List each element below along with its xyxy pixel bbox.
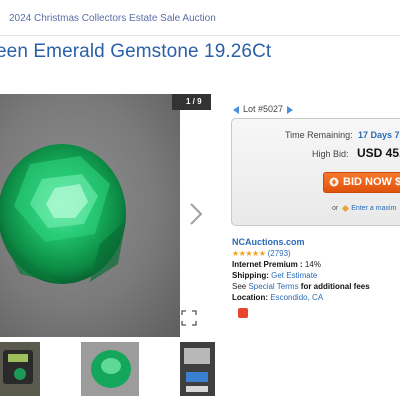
- page-title: een Emerald Gemstone 19.26Ct: [0, 41, 272, 62]
- main-photo[interactable]: [0, 94, 180, 337]
- seller-badge-icon[interactable]: [238, 308, 248, 318]
- thumbnail-scale[interactable]: [0, 342, 40, 396]
- rating-count-link[interactable]: (2793): [268, 249, 291, 258]
- arrow-left-icon[interactable]: [233, 105, 239, 114]
- thumbnail-scale-display[interactable]: [180, 342, 215, 396]
- image-gallery[interactable]: [0, 94, 211, 337]
- lot-number: Lot #5027: [243, 104, 284, 114]
- shipping-row: Shipping: Get Estimate: [232, 271, 317, 280]
- internet-premium-value: 14%: [304, 260, 321, 269]
- scale-photo-icon: [0, 342, 40, 396]
- time-remaining-value: 17 Days 7: [358, 130, 400, 140]
- location-label: Location:: [232, 293, 268, 302]
- emerald-gem-image: [0, 144, 126, 284]
- location-link[interactable]: Escondido, CA: [270, 293, 323, 302]
- internet-premium-label: Internet Premium :: [232, 260, 303, 269]
- special-terms-prefix: See: [232, 282, 247, 291]
- gavel-icon: [329, 177, 339, 187]
- thumbnail-gem[interactable]: [81, 342, 139, 396]
- gem-photo-icon: [81, 342, 139, 396]
- thumbnail-strip: [0, 342, 225, 396]
- location-row: Location: Escondido, CA: [232, 293, 323, 302]
- rating-row: ★★★★★ (2793): [232, 249, 291, 258]
- arrow-right-icon[interactable]: [287, 105, 294, 114]
- special-terms-suffix: for additional fees: [300, 282, 370, 291]
- seller-name-link[interactable]: NCAuctions.com: [232, 237, 305, 247]
- internet-premium-row: Internet Premium : 14%: [232, 260, 321, 269]
- expand-icon[interactable]: [181, 310, 197, 326]
- get-estimate-link[interactable]: Get Estimate: [271, 271, 317, 280]
- special-terms-row: See Special Terms for additional fees: [232, 282, 370, 291]
- auction-page: 2024 Christmas Collectors Estate Sale Au…: [0, 0, 400, 400]
- photo-counter: 1 / 9: [186, 97, 202, 106]
- enter-max-bid-link[interactable]: Enter a maxim: [351, 205, 396, 212]
- breadcrumb[interactable]: 2024 Christmas Collectors Estate Sale Au…: [9, 13, 216, 24]
- shipping-label: Shipping:: [232, 271, 269, 280]
- diamond-icon: [342, 204, 350, 212]
- bid-now-label: BID NOW $: [343, 176, 400, 188]
- chevron-right-icon[interactable]: [186, 202, 206, 226]
- breadcrumb-bar: 2024 Christmas Collectors Estate Sale Au…: [0, 0, 400, 36]
- lot-navigation: Lot #5027: [233, 104, 294, 116]
- scale-display-photo-icon: [180, 342, 215, 396]
- max-bid-prefix: or: [332, 205, 339, 212]
- star-rating-icon: ★★★★★: [232, 249, 266, 258]
- max-bid-row: or Enter a maxim: [332, 204, 396, 212]
- special-terms-link[interactable]: Special Terms: [248, 282, 298, 291]
- time-remaining-label: Time Remaining:: [285, 130, 353, 140]
- high-bid-label: High Bid:: [312, 149, 349, 159]
- high-bid-value: USD 45.0: [357, 146, 400, 160]
